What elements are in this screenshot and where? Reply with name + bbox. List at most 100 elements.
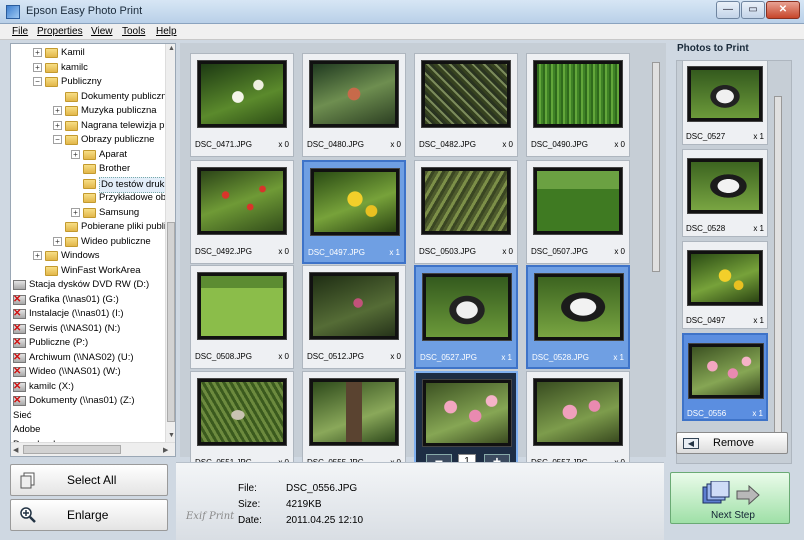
scroll-up-icon[interactable]: ▲ [168,45,175,52]
tree-item-label: Stacja dysków DVD RW (D:) [29,279,150,290]
scroll-left-icon[interactable]: ◀ [13,446,18,454]
expand-icon[interactable]: + [53,120,62,130]
tree-hscroll-thumb[interactable] [23,445,121,454]
grid-scroll-thumb[interactable] [652,62,660,272]
expand-icon[interactable]: + [53,106,62,115]
photo-thumbnail[interactable]: DSC_0555.JPGx 0 [302,371,406,475]
enlarge-icon [20,507,36,523]
expand-icon[interactable]: + [71,207,80,217]
menu-file[interactable]: File [12,26,28,37]
folder-icon [65,106,78,116]
photo-thumbnail[interactable]: DSC_0507.JPG x 0 [526,160,630,264]
tree-item-label: Brother [99,163,131,174]
tree-horizontal-scrollbar[interactable]: ◀ ▶ [11,442,175,456]
expand-icon[interactable]: + [53,236,62,246]
tree-scroll-thumb[interactable] [167,222,175,422]
select-all-button[interactable]: Select All [10,464,168,496]
menu-tools[interactable]: Tools [122,26,145,37]
print-list-item[interactable]: DSC_0527 x 1 [682,61,768,145]
disconnected-network-drive-icon [13,351,26,365]
collapse-icon[interactable]: − [33,77,42,86]
tree-item-label: kamilc [61,61,88,73]
disconnected-network-drive-icon [13,394,26,408]
tree-item-label: Grafika (\\nas01) (G:) [29,293,119,305]
print-list-item[interactable]: DSC_0497 x 1 [682,241,768,329]
tree-item-label: Publiczne (P:) [29,337,89,348]
photo-image [421,167,511,235]
photo-count: x 0 [502,140,513,149]
remove-button[interactable]: ◀ Remove [676,432,788,454]
print-photo-image [688,343,764,399]
disconnected-network-drive-icon [13,293,26,307]
menu-properties[interactable]: Properties [37,26,83,37]
expand-icon[interactable]: + [33,48,42,57]
collapse-icon[interactable]: − [53,135,62,144]
photo-thumbnail[interactable]: DSC_0551.JPGx 0 [190,371,294,475]
window-title: Epson Easy Photo Print [26,5,143,17]
close-button[interactable]: ✕ [766,1,800,19]
enlarge-button[interactable]: Enlarge [10,499,168,531]
expand-icon[interactable]: + [33,251,42,260]
photo-count: x 1 [501,353,512,362]
folder-icon [45,251,58,261]
photos-to-print-list: DSC_0556 x 1 DSC_0497 x 1 DSC_0528 x 1 DSC_052… [676,60,792,464]
print-list-item[interactable]: DSC_0556 x 1 [682,333,768,421]
photo-filename: DSC_0503.JPG [419,247,476,256]
photo-thumbnail[interactable]: DSC_0512.JPG x 0 [302,265,406,369]
tree-vertical-scrollbar[interactable]: ▲ ▼ [165,44,175,442]
photo-thumbnail[interactable]: DSC_0471.JPG x 0 [190,53,294,157]
print-list-scroll-thumb[interactable] [774,96,782,436]
size-key: Size: [238,499,261,510]
photo-thumbnail[interactable]: DSC_0528.JPG x 1 [526,265,630,369]
tree-item-label: Publiczny [61,76,102,87]
photos-to-print-panel: Photos to Print DSC_0556 x 1 DSC_0497 x 1 DS… [670,40,804,464]
minimize-button[interactable]: — [716,1,740,19]
maximize-button[interactable]: ▭ [741,1,765,19]
app-icon [6,5,20,19]
folder-icon [45,62,58,73]
file-info-bar: Exif Print File: DSC_0556.JPG Size: 4219… [176,462,664,540]
menu-help[interactable]: Help [156,26,177,37]
photo-filename: DSC_0492.JPG [195,247,252,256]
folder-icon [65,120,78,131]
grid-vertical-scrollbar[interactable] [650,60,662,450]
photo-filename: DSC_0512.JPG [307,352,364,361]
photo-count: x 0 [278,352,289,361]
photo-thumbnail[interactable]: DSC_0490.JPG x 0 [526,53,630,157]
disconnected-network-drive-icon [13,365,26,379]
photo-image [534,273,624,341]
menu-view[interactable]: View [91,26,113,37]
tree-item-label: Dokumenty (\\nas01) (Z:) [29,395,135,406]
photo-image [310,168,400,236]
photo-thumbnail[interactable]: DSC_0482.JPG x 0 [414,53,518,157]
photo-image [197,272,287,340]
print-photo-count: x 1 [752,409,763,418]
folder-icon [45,48,58,58]
exif-print-logo: Exif Print [186,511,235,522]
photo-thumbnail[interactable]: −1+ [414,371,518,475]
tree-item-label: Aparat [99,148,127,160]
title-bar: Epson Easy Photo Print — ▭ ✕ [0,0,804,24]
print-list-scrollbar[interactable] [773,96,783,436]
tree-item-label: Przykładowe obrazy [99,192,166,203]
photo-thumbnail[interactable]: DSC_0557.JPGx 0 [526,371,630,475]
tree-item-label: Adobe [13,424,41,435]
folder-icon [65,135,78,145]
photo-thumbnail[interactable]: DSC_0527.JPG x 1 [414,265,518,369]
photo-thumbnail[interactable]: DSC_0503.JPG x 0 [414,160,518,264]
folder-tree[interactable]: + Kamil + kamilc − Publiczny Dokumenty publicz… [11,44,166,442]
scroll-right-icon[interactable]: ▶ [163,446,168,454]
print-list-item[interactable]: DSC_0528 x 1 [682,149,768,237]
photo-thumbnail[interactable]: DSC_0480.JPG x 0 [302,53,406,157]
photo-count: x 0 [390,352,401,361]
scroll-down-icon[interactable]: ▼ [168,432,175,439]
photo-grid: DSC_0471.JPG x 0 DSC_0480.JPG x 0 DSC_0482.J… [180,43,666,475]
next-step-button[interactable]: Next Step [670,472,790,524]
photo-count: x 0 [502,247,513,256]
photo-thumbnail[interactable]: DSC_0508.JPG x 0 [190,265,294,369]
expand-icon[interactable]: + [33,62,42,72]
photo-thumbnail[interactable]: DSC_0497.JPG x 1 [302,160,406,264]
tree-item-label: Pobierane pliki publiczne [81,221,166,232]
photo-thumbnail[interactable]: DSC_0492.JPG x 0 [190,160,294,264]
expand-icon[interactable]: + [71,149,80,159]
